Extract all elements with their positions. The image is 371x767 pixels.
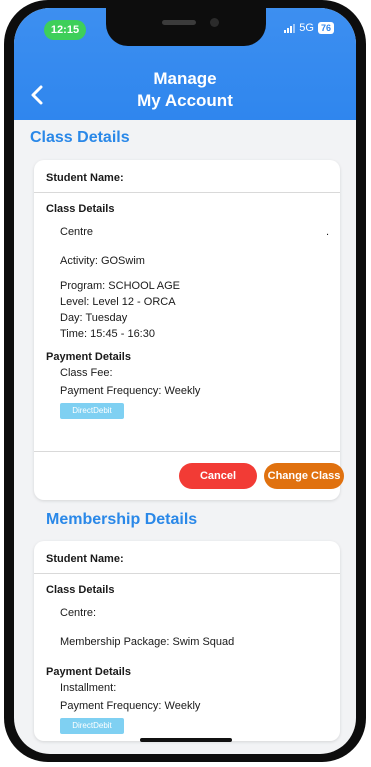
program-value: Program: SCHOOL AGE: [60, 280, 181, 292]
page-title-line1: Manage: [153, 69, 217, 88]
home-indicator[interactable]: [140, 738, 232, 742]
membership-direct-debit-badge: DirectDebit: [60, 718, 124, 734]
change-class-button[interactable]: Change Class: [264, 463, 344, 489]
status-time: 12:15: [44, 20, 86, 40]
network-label: 5G: [299, 22, 314, 34]
centre-value: Centre: [60, 226, 94, 238]
speaker-icon: [162, 20, 196, 25]
cancel-button[interactable]: Cancel: [179, 463, 257, 489]
device-notch: [106, 8, 266, 46]
class-details-section-title: Class Details: [30, 129, 130, 146]
phone-frame: 12:15 5G 76 Manage My Account Class Deta…: [4, 0, 366, 762]
card-divider: [34, 192, 340, 193]
direct-debit-badge: DirectDebit: [60, 403, 124, 419]
card-divider: [34, 573, 340, 574]
membership-student-name-label: Student Name:: [46, 553, 124, 565]
membership-package-value: Membership Package: Swim Squad: [60, 636, 235, 648]
membership-payment-frequency-value: Payment Frequency: Weekly: [60, 700, 201, 712]
payment-frequency-value: Payment Frequency: Weekly: [60, 385, 201, 397]
day-value: Day: Tuesday: [60, 312, 128, 324]
centre-dot: .: [326, 226, 330, 238]
membership-class-details-heading: Class Details: [46, 584, 115, 596]
time-value: Time: 15:45 - 16:30: [60, 328, 155, 340]
membership-details-section-title: Membership Details: [46, 511, 198, 528]
card-footer-divider: [34, 451, 340, 452]
page-title: Manage My Account: [14, 68, 356, 112]
membership-payment-details-heading: Payment Details: [46, 666, 131, 678]
app-screen: 12:15 5G 76 Manage My Account Class Deta…: [14, 8, 356, 754]
status-indicators: 5G 76: [284, 22, 334, 34]
class-details-heading: Class Details: [46, 203, 115, 215]
signal-icon: [284, 23, 296, 33]
payment-details-heading: Payment Details: [46, 351, 131, 363]
page-title-line2: My Account: [137, 91, 233, 110]
activity-value: Activity: GOSwim: [60, 255, 145, 267]
camera-icon: [210, 18, 219, 27]
installment-value: Installment:: [60, 682, 117, 694]
class-details-card: Student Name: Class Details Centre . Act…: [34, 160, 344, 500]
membership-centre-value: Centre:: [60, 607, 97, 619]
level-value: Level: Level 12 - ORCA: [60, 296, 176, 308]
battery-icon: 76: [317, 22, 334, 34]
class-fee-value: Class Fee:: [60, 367, 113, 379]
student-name-label: Student Name:: [46, 172, 124, 184]
membership-details-card: Student Name: Class Details Centre: Memb…: [34, 541, 340, 741]
